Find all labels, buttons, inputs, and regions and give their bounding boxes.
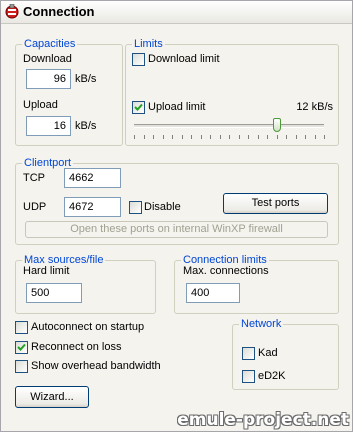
slider-tick [305,135,306,139]
check-icon [17,343,26,351]
slider-tick [200,135,202,139]
kad-checkbox[interactable] [242,347,255,360]
tcp-port-input[interactable]: 4662 [64,168,121,188]
ed2k-label: eD2K [258,370,286,382]
slider-tick [324,135,325,139]
udp-port-input[interactable]: 4672 [64,197,121,217]
max-connections-label: Max. connections [183,265,269,277]
network-legend: Network [241,318,282,330]
show-overhead-label: Show overhead bandwidth [31,360,161,372]
slider-tick [162,135,164,139]
download-limit-label: Download limit [148,53,220,65]
slider-tick [295,135,297,139]
slider-tick [143,135,145,139]
slider-tick [276,135,278,139]
slider-tick [257,135,259,139]
autoconnect-checkbox[interactable] [15,321,28,334]
tcp-label: TCP [23,172,45,184]
upload-capacity-input[interactable]: 16 [26,116,71,136]
slider-tick [314,135,316,139]
emule-app-icon [5,4,19,19]
page-title: Connection [23,4,95,19]
capacities-legend: Capacities [24,38,76,50]
disable-udp-label: Disable [144,201,181,213]
download-unit-label: kB/s [75,73,97,85]
hard-limit-label: Hard limit [23,265,70,277]
slider-tick [210,135,211,139]
slider-tick [248,135,249,139]
slider-tick [229,135,230,139]
watermark-text: emule-project.net [177,410,349,430]
kad-label: Kad [258,347,278,359]
slider-tick [153,135,154,139]
check-icon [134,103,143,111]
download-limit-checkbox[interactable] [132,53,145,66]
max-connections-input[interactable]: 400 [186,283,240,303]
slider-tick [191,135,192,139]
reconnect-label: Reconnect on loss [31,341,122,353]
hard-limit-input[interactable]: 500 [26,283,82,303]
slider-tick [267,135,268,139]
panel-header: Connection [1,1,352,24]
download-capacity-input[interactable]: 96 [26,69,71,89]
reconnect-checkbox[interactable] [15,341,28,354]
slider-track [134,124,324,128]
open-firewall-ports-button[interactable]: Open these ports on internal WinXP firew… [25,221,328,238]
slider-tick [181,135,183,139]
upload-capacity-label: Upload [23,99,58,111]
test-ports-button[interactable]: Test ports [223,193,328,214]
wizard-button[interactable]: Wizard... [15,386,89,408]
slider-tick [286,135,287,139]
upload-limit-checkbox[interactable] [132,101,145,114]
ed2k-checkbox[interactable] [242,370,255,383]
slider-tick [238,135,240,139]
slider-tick [134,135,135,139]
slider-tick [219,135,221,139]
show-overhead-checkbox[interactable] [15,360,28,373]
upload-limit-label: Upload limit [148,101,206,113]
limits-legend: Limits [134,38,163,50]
upload-limit-value: 12 kB/s [296,101,333,113]
download-capacity-label: Download [23,53,72,65]
disable-udp-checkbox[interactable] [129,201,142,214]
slider-tick [172,135,173,139]
upload-unit-label: kB/s [75,120,97,132]
slider-thumb[interactable] [272,118,281,132]
autoconnect-label: Autoconnect on startup [31,321,145,333]
udp-label: UDP [23,201,47,213]
